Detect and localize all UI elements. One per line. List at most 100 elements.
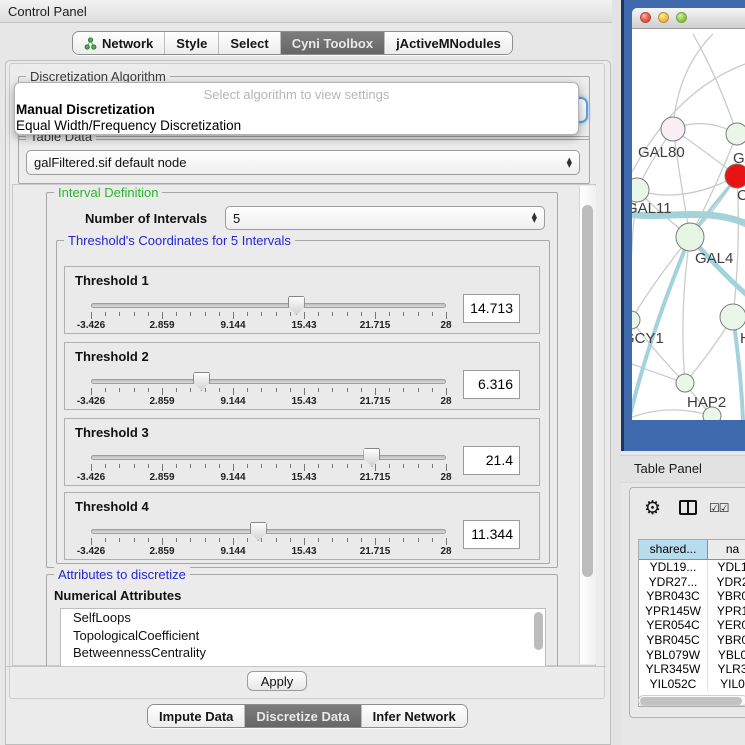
network-window-titlebar[interactable] <box>632 8 745 29</box>
select-columns-checkboxes-icon[interactable]: ☑☑ <box>709 501 729 515</box>
algorithm-placeholder-option[interactable]: Select algorithm to view settings <box>15 87 578 102</box>
threshold-value-field[interactable]: 21.4 <box>463 446 520 475</box>
tab-label: Style <box>176 36 207 51</box>
cell-shared-name[interactable]: YDR27... <box>639 575 708 590</box>
threshold-value-field[interactable]: 11.344 <box>463 520 520 549</box>
table-row[interactable]: YIL052CYIL0 <box>639 677 745 692</box>
list-scrollbar-thumb[interactable] <box>534 612 543 650</box>
network-node-hap2[interactable] <box>676 374 694 392</box>
tab-select[interactable]: Select <box>219 32 280 54</box>
tick-mark <box>176 388 177 392</box>
tab-impute-data[interactable]: Impute Data <box>148 705 245 727</box>
zoom-window-icon[interactable] <box>676 12 687 23</box>
cell-name[interactable]: YER0 <box>708 618 745 633</box>
close-window-icon[interactable] <box>640 12 651 23</box>
control-panel-titlebar <box>0 0 620 23</box>
list-item-selfloops[interactable]: SelfLoops <box>61 609 545 627</box>
tick-mark <box>276 388 277 392</box>
apply-button[interactable]: Apply <box>247 671 307 691</box>
cell-name[interactable]: YBR0 <box>708 633 745 648</box>
table-row[interactable]: YBR045CYBR0 <box>639 633 745 648</box>
table-row[interactable]: YPR145WYPR1 <box>639 604 745 619</box>
cell-shared-name[interactable]: YIL052C <box>639 677 708 692</box>
network-node-h[interactable] <box>720 304 745 330</box>
tick-mark <box>318 464 319 468</box>
tick-mark <box>432 312 433 316</box>
minimize-window-icon[interactable] <box>658 12 669 23</box>
gear-icon[interactable]: ⚙ <box>644 497 661 519</box>
cell-name[interactable]: YDR2 <box>708 575 745 590</box>
cell-name[interactable]: YLR3 <box>708 662 745 677</box>
network-canvas[interactable]: GAL80GACGAL11GAL4GCY1HHAP2 <box>621 0 745 451</box>
tab-discretize-data[interactable]: Discretize Data <box>245 705 361 727</box>
cell-shared-name[interactable]: YLR345W <box>639 662 708 677</box>
tab-infer-network[interactable]: Infer Network <box>362 705 467 727</box>
horizontal-scrollbar-thumb[interactable] <box>640 697 742 705</box>
cell-shared-name[interactable]: YER054C <box>639 618 708 633</box>
tick-label: -3.426 <box>77 320 105 331</box>
horizontal-scrollbar[interactable] <box>638 695 745 706</box>
table-data-combo[interactable]: galFiltered.sif default node ▲▼ <box>26 150 580 175</box>
tick-mark <box>347 312 348 316</box>
threshold-value-field[interactable]: 6.316 <box>463 370 520 399</box>
panel-divider[interactable] <box>612 0 621 745</box>
cell-shared-name[interactable]: YDL19... <box>639 560 708 575</box>
cell-shared-name[interactable]: YBR043C <box>639 589 708 604</box>
slider-track[interactable] <box>91 455 446 460</box>
numerical-attributes-list[interactable]: SelfLoopsTopologicalCoefficientBetweenne… <box>60 608 546 667</box>
tick-mark <box>389 312 390 316</box>
tick-mark <box>190 538 191 542</box>
list-item-betweennesscentrality[interactable]: BetweennessCentrality <box>61 644 545 662</box>
tab-cyni-toolbox[interactable]: Cyni Toolbox <box>281 32 385 54</box>
table-row[interactable]: YBR043CYBR0 <box>639 589 745 604</box>
tick-mark <box>318 312 319 316</box>
tick-mark <box>446 538 447 545</box>
network-node-gcy1[interactable] <box>622 311 640 329</box>
network-node[interactable] <box>726 123 745 145</box>
vertical-scrollbar[interactable] <box>579 186 596 664</box>
number-of-intervals-combo[interactable]: 5 ▲▼ <box>225 206 545 230</box>
tab-style[interactable]: Style <box>165 32 219 54</box>
tick-mark <box>276 312 277 316</box>
tab-jactivemnodules[interactable]: jActiveMNodules <box>385 32 512 54</box>
popup-item-manual-discretization[interactable]: Manual Discretization <box>16 102 155 117</box>
table-row[interactable]: YDR27...YDR2 <box>639 575 745 590</box>
table-row[interactable]: YER054CYER0 <box>639 618 745 633</box>
tab-label: Impute Data <box>159 709 233 724</box>
table-row[interactable]: YLR345WYLR3 <box>639 662 745 677</box>
slider-track[interactable] <box>91 529 446 534</box>
tick-mark <box>432 388 433 392</box>
cell-name[interactable]: YDL1 <box>708 560 745 575</box>
tab-network[interactable]: Network <box>73 32 165 54</box>
tick-mark <box>332 388 333 392</box>
cell-name[interactable]: YPR1 <box>708 604 745 619</box>
tick-label: 21.715 <box>360 546 391 557</box>
network-node[interactable] <box>725 164 745 188</box>
threshold-label: Threshold 2 <box>75 349 149 364</box>
slider-track[interactable] <box>91 303 446 308</box>
popup-item-equal-width-frequency[interactable]: Equal Width/Frequency Discretization <box>16 118 241 133</box>
threshold-value-field[interactable]: 14.713 <box>463 294 520 323</box>
cell-name[interactable]: YBL0 <box>708 648 745 663</box>
network-node-gal11[interactable] <box>625 178 649 202</box>
tick-label: 28 <box>440 546 451 557</box>
cell-name[interactable]: YBR0 <box>708 589 745 604</box>
table-panel-body: ⚙ ☑☑ shared... na YDL19...YDL1YDR27...YD… <box>629 487 745 718</box>
cell-shared-name[interactable]: YPR145W <box>639 604 708 619</box>
cell-shared-name[interactable]: YBL079W <box>639 648 708 663</box>
column-header-name[interactable]: na <box>708 540 745 559</box>
tick-mark <box>91 538 92 545</box>
tick-label: 15.43 <box>291 472 316 483</box>
slider-track[interactable] <box>91 379 446 384</box>
table-row[interactable]: YDL19...YDL1 <box>639 560 745 575</box>
columns-icon[interactable] <box>679 500 697 515</box>
tick-label: 2.859 <box>149 472 174 483</box>
cell-shared-name[interactable]: YBR045C <box>639 633 708 648</box>
network-node-gal80[interactable] <box>661 117 685 141</box>
cell-name[interactable]: YIL0 <box>708 677 745 692</box>
list-item-topologicalcoefficient[interactable]: TopologicalCoefficient <box>61 627 545 645</box>
vertical-scrollbar-thumb[interactable] <box>582 205 593 577</box>
table-row[interactable]: YBL079WYBL0 <box>639 648 745 663</box>
network-node-gal4[interactable] <box>676 223 704 251</box>
column-header-shared-name[interactable]: shared... <box>639 540 708 559</box>
